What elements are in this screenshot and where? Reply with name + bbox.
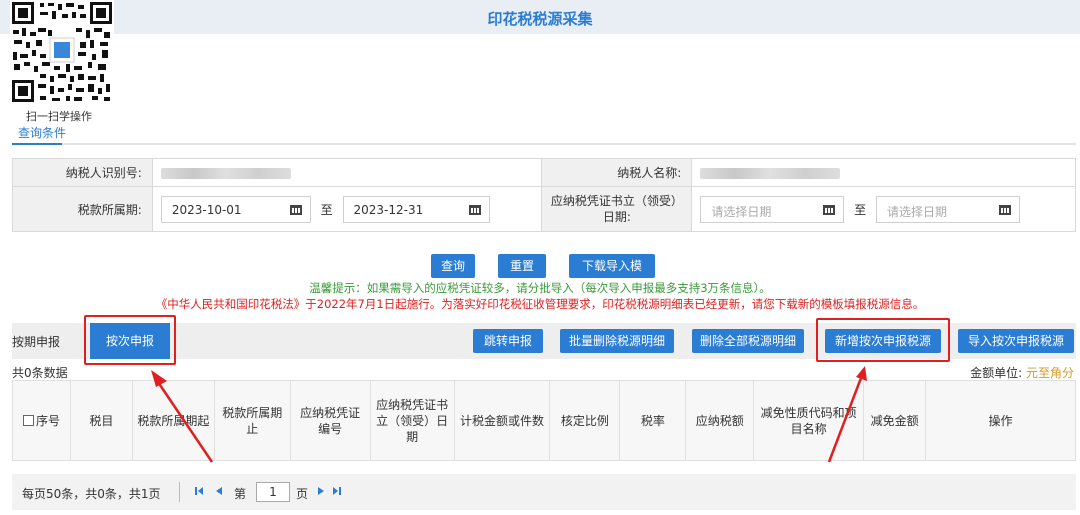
period-range: 2023-10-01 至 2023-12-31 [151,186,543,232]
delete-all-button[interactable]: 删除全部税源明细 [692,329,804,353]
download-template-button[interactable]: 下载导入模板 [569,254,655,297]
calendar-icon[interactable] [823,203,836,215]
query-section-title: 查询条件 [18,126,67,140]
column-header-label: 序号 [35,413,60,428]
column-header: 减免性质代码和项目名称 [753,380,865,461]
redacted-value [160,167,291,179]
qr-code [10,0,114,104]
taxpayer-id-value [151,158,543,187]
column-header: 计税金额或件数 [453,380,551,461]
first-page-icon[interactable] [194,486,204,496]
voucher-date-from-placeholder: 请选择日期 [711,204,772,219]
voucher-date-to-placeholder: 请选择日期 [886,204,947,219]
column-header: 应纳税额 [685,380,755,461]
batch-delete-button[interactable]: 批量删除税源明细 [560,329,674,353]
jump-declare-button[interactable]: 跳转申报 [473,329,543,353]
calendar-icon[interactable] [998,203,1011,215]
source-table: 序号 税目 税款所属期起 税款所属期止 应纳税凭证编号 应纳税凭证书立（领受）日… [12,380,1076,461]
pagination-divider [179,482,180,502]
tip-batch-import: 温馨提示：如果需导入的应税凭证较多，请分批导入（每次导入申报最多支持3万条信息）… [309,281,771,295]
voucher-date-range: 请选择日期 至 请选择日期 [691,186,1076,232]
column-header: 核定比例 [549,380,621,461]
period-from-value: 2023-10-01 [171,202,242,217]
next-page-icon[interactable] [316,486,326,496]
highlight-box-tab [84,315,176,365]
column-header: 税目 [69,380,133,461]
to-label: 至 [320,202,333,217]
highlight-box-add [816,318,950,362]
page-prefix: 第 [234,487,247,501]
last-page-icon[interactable] [332,486,342,496]
column-header: 税款所属期起 [131,380,215,461]
page-number-input[interactable]: 1 [256,482,290,502]
calendar-icon[interactable] [289,203,302,215]
period-label: 税款所属期: [12,186,153,232]
query-button[interactable]: 查询 [431,254,475,278]
page-title: 印花税税源采集 [487,10,593,28]
period-to-value: 2023-12-31 [353,202,424,217]
amount-unit-value: 元至角分 [1025,366,1074,380]
column-header: 操作 [925,380,1076,461]
voucher-date-to-input[interactable]: 请选择日期 [875,195,1020,223]
tip-law-notice: 《中华人民共和国印花税法》于2022年7月1日起施行。为落实好印花税征收管理要求… [155,297,925,311]
pagination-bar: 每页50条，共0条，共1页 第 1 页 [12,474,1076,510]
column-header: 应纳税凭证编号 [289,380,371,461]
taxpayer-name-label: 纳税人名称: [541,158,693,187]
column-header-index: 序号 [12,380,71,461]
voucher-date-from-input[interactable]: 请选择日期 [700,195,845,223]
amount-unit: 金额单位: 元至角分 [970,364,1074,381]
column-header: 减免金额 [863,380,927,461]
import-per-time-source-button[interactable]: 导入按次申报税源 [958,329,1074,353]
calendar-icon[interactable] [468,203,481,215]
select-all-checkbox[interactable] [22,414,34,426]
period-from-input[interactable]: 2023-10-01 [160,195,311,223]
qr-caption: 扫一扫学操作 [26,110,92,123]
page-suffix: 页 [296,487,309,501]
column-header: 应纳税凭证书立（领受）日期 [369,380,455,461]
to-label: 至 [854,202,867,217]
prev-page-icon[interactable] [214,486,224,496]
column-header: 税率 [619,380,687,461]
pagination-summary: 每页50条，共0条，共1页 [22,487,161,501]
title-bar: 印花税税源采集 [0,0,1080,34]
arrow-head-add [856,366,867,381]
tab-periodic-declare[interactable]: 按期申报 [12,333,60,350]
period-to-input[interactable]: 2023-12-31 [342,195,490,223]
redacted-value [700,167,841,179]
column-header: 税款所属期止 [213,380,291,461]
reset-button[interactable]: 重置 [498,254,546,278]
query-section-divider [12,143,1076,145]
taxpayer-id-label: 纳税人识别号: [12,158,153,187]
voucher-date-label: 应纳税凭证书立（领受）日期: [541,186,693,232]
record-count: 共0条数据 [12,366,68,380]
taxpayer-name-value [691,158,1076,187]
amount-unit-label: 金额单位: [970,366,1023,380]
query-form: 纳税人识别号: 纳税人名称: 税款所属期: 2023-10-01 至 2023-… [12,158,1076,232]
